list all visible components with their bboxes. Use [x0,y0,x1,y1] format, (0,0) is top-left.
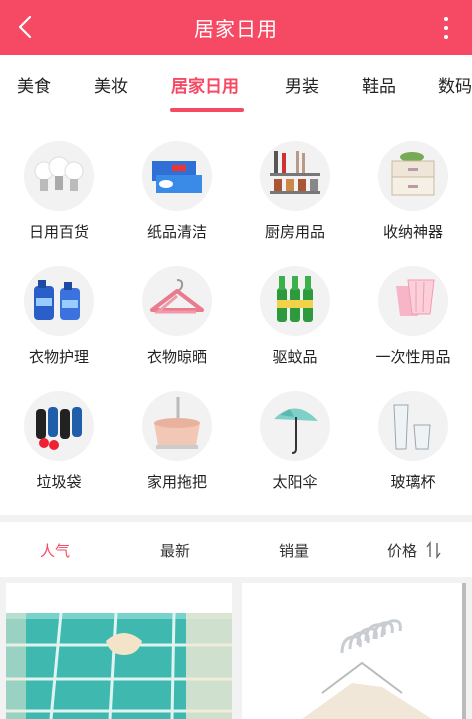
chevron-left-icon [18,15,32,39]
trash-bag-roll-icon [36,407,82,450]
category-label: 一次性用品 [375,348,451,366]
category-sun-umbrella[interactable]: 太阳伞 [236,365,354,491]
hanger-icon [150,279,204,314]
tissue-box-icon [152,161,202,193]
product-grid [0,577,472,719]
storage-box-icon [391,152,435,196]
more-menu-button[interactable] [432,8,460,48]
repellent-bottle-icon [277,276,313,322]
category-label: 太阳伞 [272,473,318,491]
category-label: 日用百货 [28,223,89,241]
sort-price[interactable]: 价格 [387,540,442,561]
sort-bar: 人气 最新 销量 价格 [0,522,472,577]
category-disposables[interactable]: 一次性用品 [354,240,472,366]
category-label: 垃圾袋 [36,473,82,491]
category-label: 厨房用品 [264,223,325,241]
sort-popular[interactable]: 人气 [40,540,70,561]
category-storage[interactable]: 收纳神器 [354,115,472,241]
category-label: 玻璃杯 [390,473,436,491]
tab-menswear[interactable]: 男装 [285,72,319,97]
sort-newest[interactable]: 最新 [160,540,190,561]
more-dot-icon [444,26,448,30]
category-label: 衣物晾晒 [146,348,207,366]
back-button[interactable] [6,7,46,47]
category-drying[interactable]: 衣物晾晒 [118,240,236,366]
category-label: 驱蚊品 [272,348,318,366]
sort-price-label: 价格 [387,542,418,560]
page-title: 居家日用 [194,17,278,41]
app-header: 居家日用 [0,0,472,55]
detergent-bottle-icon [34,280,80,320]
tab-food[interactable]: 美食 [17,72,51,97]
product-card[interactable] [6,583,232,719]
category-label: 家用拖把 [146,473,207,491]
tab-digital[interactable]: 数码 [438,72,472,97]
category-glass-cups[interactable]: 玻璃杯 [354,365,472,491]
clothes-hanger-image [242,583,466,719]
umbrella-icon [274,408,318,454]
category-trash-bags[interactable]: 垃圾袋 [0,365,118,491]
category-mosquito-repellent[interactable]: 驱蚊品 [236,240,354,366]
tab-beauty[interactable]: 美妆 [94,72,128,97]
more-dot-icon [444,17,448,21]
tissue-pack-image [6,583,232,719]
sort-arrows-icon [426,540,441,560]
subcategory-grid: 日用百货 纸品清洁 厨房用品 收纳神器 衣物护理 衣物晾晒 驱蚊品 一次性用品 … [0,115,472,515]
category-tabs: 美食 美妆 居家日用 男装 鞋品 数码 [0,55,472,115]
category-kitchen[interactable]: 厨房用品 [236,115,354,241]
category-label: 收纳神器 [382,223,443,241]
product-card[interactable] [242,583,466,719]
category-daily-goods[interactable]: 日用百货 [0,115,118,241]
category-laundry-care[interactable]: 衣物护理 [0,240,118,366]
category-mops[interactable]: 家用拖把 [118,365,236,491]
sort-sales[interactable]: 销量 [279,540,309,561]
mop-bucket-icon [154,397,200,449]
tab-shoes[interactable]: 鞋品 [362,72,396,97]
category-paper-cleaning[interactable]: 纸品清洁 [118,115,236,241]
glass-cup-icon [393,404,431,450]
more-dot-icon [444,35,448,39]
active-tab-indicator [170,108,244,112]
category-label: 衣物护理 [28,348,89,366]
tab-home-daily[interactable]: 居家日用 [171,72,239,97]
category-label: 纸品清洁 [146,223,207,241]
paper-cup-icon [396,279,435,316]
light-bulb-icon [34,156,84,191]
kitchen-rack-icon [270,151,320,194]
